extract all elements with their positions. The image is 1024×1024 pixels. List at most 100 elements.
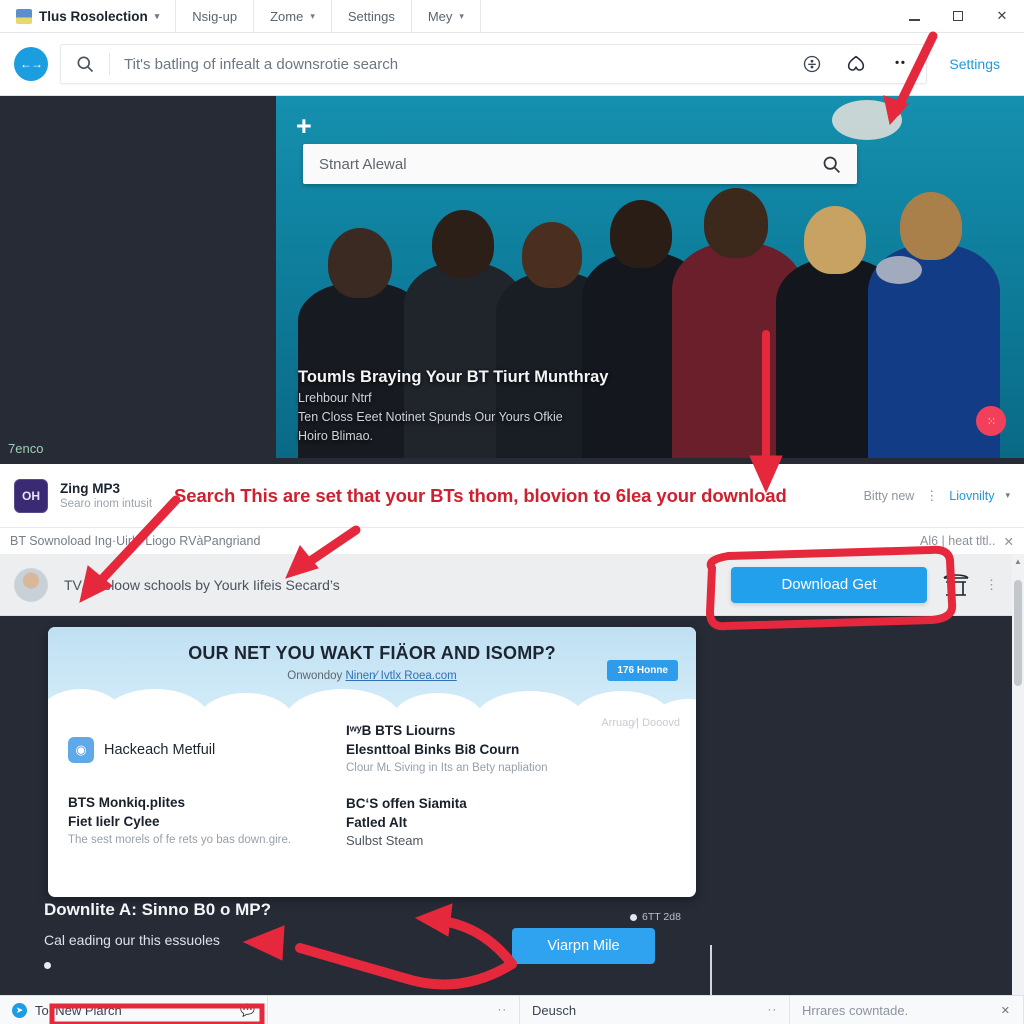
chevron-down-icon[interactable]: ▾: [310, 11, 315, 22]
omnibar-actions: [792, 45, 926, 83]
omnibar: ←→ Setting: [0, 33, 1024, 96]
hero-caption-line3: Ten Closs Eeet Notinet Spunds Our Yours …: [298, 409, 563, 424]
hero-banner: + Toumls Braying Your BT Tiurt Munthray …: [276, 96, 1024, 458]
taskbar-item-dots: ··: [767, 1004, 777, 1016]
browser-tab-label: Mey: [427, 8, 453, 24]
card-subline-link[interactable]: Ninen⁄ Ivtlx Roea.com: [345, 670, 456, 682]
browser-tab-label: Tlus Rosolection: [39, 8, 148, 24]
app-row-actions: Bitty new ⋮ Liovnilty ▾: [864, 489, 1010, 503]
card-item-title: BCʻS offen Siamita: [346, 796, 467, 811]
torii-gate-icon[interactable]: [941, 571, 971, 599]
taskbar-item-0[interactable]: ➤ Tol New Plarch 💬: [0, 996, 268, 1024]
card-headline: OUR NET YOU WAKT FIÄOR AND ISOMP?: [188, 643, 556, 663]
browser-tab-4[interactable]: Mey ▾: [412, 0, 481, 32]
app-icon: OH: [14, 478, 48, 513]
breadcrumb-right-label: Al6 | heat tltl..: [920, 534, 996, 548]
chevron-down-icon[interactable]: ▾: [1005, 490, 1010, 501]
decorative-cloud: [832, 100, 902, 140]
card-item-title: Hackeach Metfuil: [104, 742, 216, 758]
more-dots-icon[interactable]: [880, 45, 920, 83]
heart-icon[interactable]: [836, 45, 876, 83]
promo-button[interactable]: Viarpn Mile: [512, 928, 655, 964]
comment-icon[interactable]: 💬: [240, 1003, 255, 1017]
download-get-button[interactable]: Download Get: [731, 566, 927, 603]
hero-search-input[interactable]: [303, 155, 805, 173]
download-actions: Download Get ⋮: [731, 566, 998, 603]
search-icon[interactable]: [805, 144, 857, 184]
breadcrumb: BT Sownoload Ing·Uirle Liogo RVàPangrian…: [0, 528, 1024, 554]
band-member-head: [610, 200, 672, 268]
hero-badge[interactable]: ⁙: [976, 406, 1006, 436]
chevron-down-icon[interactable]: ▾: [459, 11, 464, 22]
card-item[interactable]: BTS Monkiq.plites Fiet Iielr Cylee The s…: [68, 795, 318, 846]
liovnilty-link[interactable]: Liovnilty: [949, 489, 994, 503]
scroll-up-icon[interactable]: ▲: [1012, 557, 1024, 566]
kebab-menu-icon[interactable]: ⋮: [985, 578, 998, 591]
back-forward-icon[interactable]: ←→: [14, 47, 48, 81]
browser-tab-3[interactable]: Settings: [332, 0, 412, 32]
search-input[interactable]: [110, 55, 793, 73]
scrollbar-thumb[interactable]: [1014, 580, 1022, 686]
card-item-sub: Elesnttoal Binks Bi8 Courn: [346, 742, 520, 757]
card-item-title: IʷʸB BTS Liourns: [346, 723, 456, 738]
vertical-scrollbar[interactable]: ▲: [1012, 554, 1024, 996]
taskbar-item-label: Deusch: [532, 1002, 577, 1018]
browser-tab-0[interactable]: Tlus Rosolection ▾: [0, 0, 177, 32]
close-icon[interactable]: ✕: [1004, 534, 1014, 549]
app-name: Zing MP3: [60, 481, 120, 496]
taskbar-item-3[interactable]: Hrrares cowntade. ✕: [790, 996, 1024, 1024]
taskbar-item-label: Tol New Plarch: [35, 1002, 122, 1018]
close-button[interactable]: ✕: [980, 0, 1024, 32]
card-footer-note: Arruag⁄| Dooovd: [601, 717, 680, 729]
band-member-head: [900, 192, 962, 260]
card-item-desc: The sest morels of fe rets yo bas down.g…: [68, 834, 292, 846]
promo-card: OUR NET YOU WAKT FIÄOR AND ISOMP? Onwond…: [48, 627, 696, 897]
titlebar-spacer: [481, 0, 892, 32]
bitty-new-label: Bitty new: [863, 488, 915, 503]
browser-tab-label: Zome: [270, 8, 304, 24]
minimize-button[interactable]: [892, 0, 936, 32]
card-item[interactable]: BCʻS offen Siamita Fatled Alt Sulbst Ste…: [346, 796, 636, 848]
download-title: TV/-Woloow schools by Yourk Iifeis Secar…: [64, 576, 340, 593]
breadcrumb-path: BT Sownoload Ing·Uirle Liogo RVàPangrian…: [10, 534, 261, 548]
hero-search-bar[interactable]: [303, 144, 857, 184]
band-member-head: [328, 228, 392, 298]
card-item[interactable]: ◉ Hackeach Metfuil: [68, 737, 318, 763]
card-sky-header: OUR NET YOU WAKT FIÄOR AND ISOMP? Onwond…: [48, 627, 696, 755]
address-search-bar[interactable]: [60, 44, 928, 84]
hero-caption-line4: Hoiro Blimao.: [298, 428, 374, 443]
decorative-cloud: [876, 256, 922, 284]
browser-tab-2[interactable]: Zome ▾: [254, 0, 332, 32]
favicon-icon: [16, 8, 32, 24]
settings-link[interactable]: Settings: [939, 56, 1010, 72]
download-bar: TV/-Woloow schools by Yourk Iifeis Secar…: [0, 554, 1012, 616]
card-subline: Onwondoy Ninen⁄ Ivtlx Roea.com: [48, 670, 696, 682]
kebab-menu-icon[interactable]: ⋮: [925, 489, 938, 502]
window-titlebar: Tlus Rosolection ▾ Nsig-up Zome ▾ Settin…: [0, 0, 1024, 33]
vertical-divider: [710, 945, 712, 996]
twitter-bird-icon: ➤: [12, 1002, 27, 1018]
card-item[interactable]: IʷʸB BTS Liourns Elesnttoal Binks Bi8 Co…: [346, 723, 636, 774]
info-circle-icon[interactable]: [792, 45, 832, 83]
taskbar: ➤ Tol New Plarch 💬 ·· Deusch ·· Hrrares …: [0, 995, 1024, 1024]
taskbar-item-dots: ··: [497, 1004, 507, 1016]
browser-tab-label: Nsig-up: [192, 8, 238, 24]
close-icon[interactable]: ✕: [1001, 1004, 1011, 1017]
band-member-head: [432, 210, 494, 278]
card-pill-badge[interactable]: 176 Honne: [607, 660, 678, 681]
taskbar-item-label: Hrrares cowntade.: [802, 1002, 909, 1018]
globe-icon: ◉: [68, 737, 94, 763]
plus-icon[interactable]: +: [296, 113, 312, 140]
app-info: Zing MP3 Searo inom intusit: [60, 481, 152, 510]
maximize-button[interactable]: [936, 0, 980, 32]
taskbar-item-2[interactable]: Deusch ··: [520, 996, 790, 1024]
taskbar-item-1[interactable]: ··: [268, 996, 520, 1024]
browser-tab-1[interactable]: Nsig-up: [176, 0, 255, 32]
search-icon: [61, 54, 109, 74]
chevron-down-icon[interactable]: ▾: [155, 11, 160, 22]
bullet-dot-icon: [44, 962, 51, 969]
card-item-desc: Clour Mʟ Siving in Its an Bety napliatio…: [346, 762, 548, 774]
band-member-head: [522, 222, 582, 288]
close-icon: ✕: [996, 8, 1008, 23]
card-column-right: IʷʸB BTS Liourns Elesnttoal Binks Bi8 Co…: [346, 723, 636, 861]
